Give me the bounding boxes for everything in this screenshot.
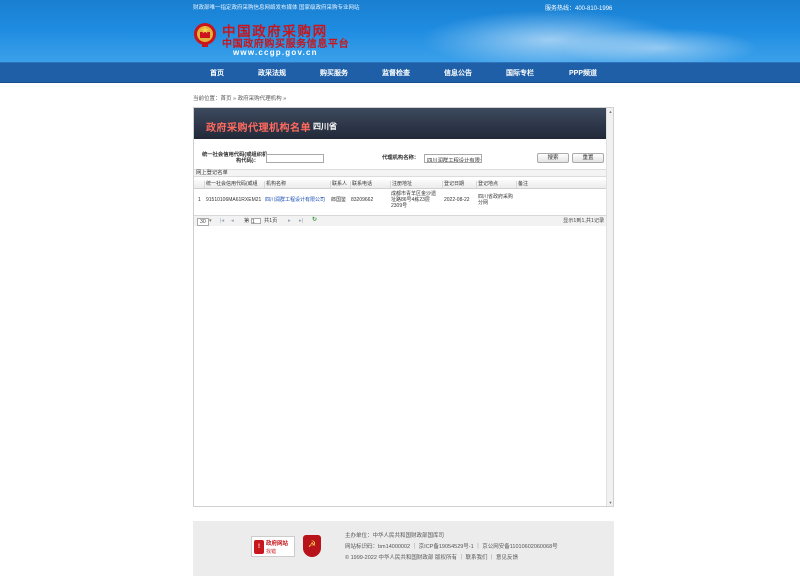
site-url: www.ccgp.gov.cn: [233, 48, 318, 57]
agency-grid: 网上登记名单 统一社会信用代码(或组 机构名称 联系人 联系电话 注册地址 登记…: [194, 169, 606, 227]
page-prefix: 第: [244, 218, 250, 224]
table-row[interactable]: 1 91510106MA61RXEM21 四川润群工程设计有限公司 郎国鉴 83…: [194, 190, 606, 216]
gov-site-error-badge[interactable]: ! 政府网站 找错: [251, 536, 295, 557]
party-emblem-icon: ☭: [307, 539, 317, 549]
column-header-credit-code[interactable]: 统一社会信用代码(或组: [204, 181, 258, 188]
gov-badge-mark-icon: !: [254, 540, 264, 554]
grid-title: 网上登记名单: [194, 169, 606, 177]
service-hotline: 服务热线：400-810-1996: [545, 6, 613, 12]
nav-item-international[interactable]: 国际专栏: [506, 68, 534, 78]
agency-name-input[interactable]: 四川润群工程设计有限公: [424, 154, 482, 163]
page-total: 共1页: [264, 218, 278, 224]
column-header-name[interactable]: 机构名称: [264, 181, 286, 188]
row-agency-name-link[interactable]: 四川润群工程设计有限公司: [265, 197, 325, 204]
gov-badge-text: 政府网站: [266, 541, 289, 547]
nav-item-regulations[interactable]: 政采法规: [258, 68, 286, 78]
national-emblem-icon: [194, 23, 216, 47]
credit-code-label-2: 构代码)：: [236, 158, 259, 164]
site-header: 财政部唯一指定政府采购信息网络发布媒体 国家级政府采购专业网站 服务热线：400…: [0, 0, 800, 62]
scroll-down-icon[interactable]: ▼: [608, 500, 613, 505]
nav-item-home[interactable]: 首页: [210, 68, 224, 78]
column-header-place[interactable]: 登记地点: [476, 181, 498, 188]
first-page-icon[interactable]: |◂: [220, 218, 224, 225]
search-form: 统一社会信用代码(或组织机 构代码)： 代理机构名称： 四川润群工程设计有限公 …: [194, 145, 606, 167]
nav-item-supervision[interactable]: 监督检查: [382, 68, 410, 78]
column-header-phone[interactable]: 联系电话: [350, 181, 372, 188]
column-header-address[interactable]: 注册地址: [390, 181, 412, 188]
row-credit-code: 91510106MA61RXEM21: [206, 197, 262, 203]
page-size-chevron-down-icon[interactable]: ▾: [209, 218, 212, 225]
column-header-remark[interactable]: 备注: [516, 181, 528, 188]
main-nav: 首页 政采法规 购买服务 监督检查 信息公告 国际专栏 PPP频道: [0, 62, 800, 83]
last-page-icon[interactable]: ▸|: [299, 218, 303, 225]
footer-record: 网站标识码：bm14000002 ｜ 京ICP备19054529号-1 ｜ 京公…: [345, 544, 558, 550]
vertical-scrollbar[interactable]: ▲ ▼: [606, 108, 613, 506]
row-phone: 83209662: [351, 197, 374, 203]
reset-button[interactable]: 重置: [572, 153, 604, 163]
row-contact: 郎国鉴: [331, 197, 347, 203]
grid-pager: 30 ▾ |◂ ◂ 第 1 共1页 ▸ ▸| ↻ 显示1到1,共1记录: [194, 215, 606, 226]
search-button[interactable]: 搜索: [537, 153, 569, 163]
header-cloud-decoration: [560, 28, 760, 62]
nav-item-services[interactable]: 购买服务: [320, 68, 348, 78]
footer-copyright: © 1999-2022 中华人民共和国财政部 版权所有 ｜ 联系我们 ｜ 意见反…: [345, 555, 519, 561]
list-banner: 政府采购代理机构名单 四川省: [194, 108, 606, 139]
footer-sponsor: 主办单位：中华人民共和国财政部国库司: [345, 533, 445, 539]
row-address-line-3: 2309号: [391, 203, 408, 209]
row-place-line-2: 分网: [478, 200, 489, 206]
agency-list-frame: [193, 107, 614, 507]
pager-summary: 显示1到1,共1记录: [563, 218, 605, 224]
credit-code-input[interactable]: [266, 154, 324, 163]
gov-badge-subtext: 找错: [266, 549, 277, 555]
banner-province: 四川省: [313, 122, 337, 131]
grid-header: 统一社会信用代码(或组 机构名称 联系人 联系电话 注册地址 登记日期 登记地点…: [194, 180, 606, 189]
scroll-up-icon[interactable]: ▲: [608, 109, 613, 114]
row-index: 1: [198, 197, 201, 203]
row-date: 2022-08-22: [444, 197, 470, 203]
column-header-date[interactable]: 登记日期: [442, 181, 464, 188]
banner-title: 政府采购代理机构名单: [206, 123, 311, 134]
party-emblem-badge[interactable]: ☭: [303, 535, 321, 557]
refresh-icon[interactable]: ↻: [312, 217, 317, 224]
next-page-icon[interactable]: ▸: [288, 218, 291, 225]
page-size-select[interactable]: 30: [197, 218, 209, 226]
nav-item-announcements[interactable]: 信息公告: [444, 68, 472, 78]
header-notice: 财政部唯一指定政府采购信息网络发布媒体 国家级政府采购专业网站: [193, 5, 360, 11]
page-number-input[interactable]: 1: [251, 218, 261, 225]
agency-name-label: 代理机构名称：: [382, 155, 420, 161]
column-header-contact[interactable]: 联系人: [330, 181, 347, 188]
breadcrumb: 当前位置：首页 » 政府采购代理机构 »: [193, 96, 287, 102]
nav-item-ppp[interactable]: PPP频道: [569, 68, 597, 78]
previous-page-icon[interactable]: ◂: [231, 218, 234, 225]
site-footer: ! 政府网站 找错 ☭ 主办单位：中华人民共和国财政部国库司 网站标识码：bm1…: [193, 521, 614, 576]
